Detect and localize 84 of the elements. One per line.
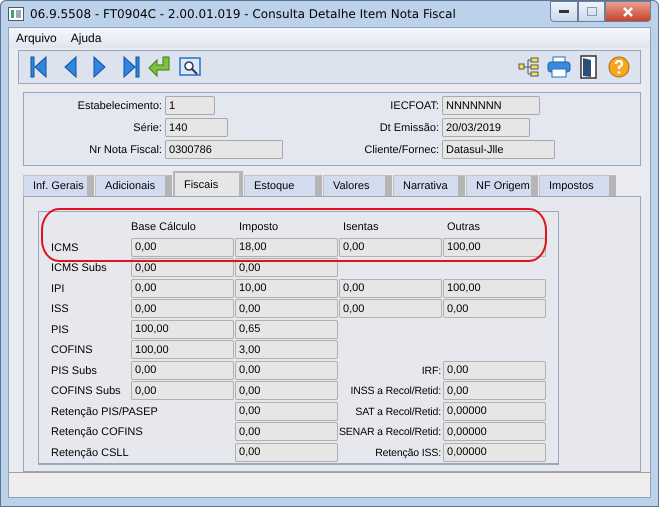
text-field[interactable]: 0,00 [443, 360, 546, 380]
tab[interactable]: Inf. Gerais [23, 175, 94, 196]
help-icon[interactable] [608, 56, 630, 78]
tab[interactable]: Fiscais [173, 171, 243, 196]
zoom-icon[interactable] [179, 57, 201, 77]
text-field[interactable]: 3,00 [235, 340, 338, 359]
text-field[interactable]: 0,00 [131, 238, 234, 256]
text-field[interactable]: 100,00 [131, 320, 234, 338]
text-field[interactable]: 10,00 [235, 278, 338, 298]
text-field[interactable]: 0,00 [131, 381, 234, 400]
column-header: Outras [446, 221, 482, 234]
text-field[interactable]: 0,00 [235, 299, 338, 318]
text-field[interactable]: Datasul-Jlle [442, 140, 555, 159]
field-label: IECFOAT: [389, 100, 439, 112]
row-label: ISS [51, 303, 70, 316]
field-label: Nr Nota Fiscal: [88, 144, 162, 156]
text-field[interactable]: 0300786 [165, 140, 283, 159]
field-label: Cliente/Fornec: [363, 144, 439, 156]
text-field[interactable]: 0,65 [235, 320, 338, 338]
minimize-button[interactable] [550, 1, 578, 22]
text-field[interactable]: 0,00 [131, 278, 234, 298]
tab[interactable]: NF Origem [466, 175, 538, 196]
text-field[interactable]: 0,00 [131, 360, 234, 380]
text-field[interactable]: 0,00 [235, 422, 338, 441]
text-field[interactable]: 0,00 [235, 442, 338, 462]
text-field[interactable]: 0,00000 [443, 402, 546, 420]
row-label: Retenção CSLL [51, 446, 130, 459]
row-label: ICMS Subs [51, 262, 108, 274]
tab[interactable]: Estoque [244, 175, 322, 196]
row-label: IPI [51, 282, 66, 295]
text-field[interactable]: 0,00 [235, 360, 338, 380]
field-label: SAT a Recol/Retid: [355, 406, 441, 418]
text-field[interactable]: 1 [165, 96, 215, 115]
text-field[interactable]: 100,00 [131, 340, 234, 359]
row-label: COFINS Subs [51, 385, 122, 398]
menu-item[interactable]: Ajuda [70, 31, 102, 45]
row-label: Retenção PIS/PASEP [51, 406, 159, 418]
text-field[interactable]: NNNNNNN [442, 96, 540, 115]
text-field[interactable]: 0,00000 [443, 442, 546, 462]
field-label: INSS a Recol/Retid: [350, 385, 441, 398]
text-field[interactable]: 0,00 [235, 402, 338, 420]
tab[interactable]: Narrativa [393, 175, 465, 196]
close-icon [622, 6, 634, 18]
tree-icon[interactable] [518, 57, 540, 77]
enter-arrow-icon[interactable] [148, 56, 172, 78]
text-field[interactable]: 0,00 [131, 299, 234, 318]
printer-icon[interactable] [547, 56, 571, 78]
text-field[interactable]: 100,00 [443, 278, 546, 298]
maximize-icon [586, 7, 596, 16]
tab[interactable]: Valores [323, 175, 392, 196]
text-field[interactable]: 0,00 [339, 299, 442, 318]
field-label: Dt Emissão: [378, 122, 439, 134]
row-label: PIS [51, 324, 70, 336]
close-button[interactable] [605, 1, 651, 22]
text-field[interactable]: 20/03/2019 [442, 118, 530, 137]
tab[interactable]: Adicionais [95, 175, 172, 196]
menu-item[interactable]: Arquivo [16, 31, 57, 45]
exit-door-icon[interactable] [579, 55, 599, 79]
column-header: Isentas [342, 221, 380, 234]
window-title: 06.9.5508 - FT0904C - 2.00.01.019 - Consulta Detalhe Item Nota Fiscal [30, 7, 456, 21]
column-header: Imposto [238, 221, 280, 234]
app-icon [8, 7, 24, 21]
field-label: IRF: [422, 364, 441, 377]
column-header: Base Cálculo [131, 221, 197, 234]
text-field[interactable]: 0,00 [443, 299, 546, 318]
text-field[interactable]: 0,00 [339, 238, 442, 256]
text-field[interactable]: 140 [165, 118, 228, 137]
row-label: PIS Subs [51, 364, 98, 377]
field-label: SENAR a Recol/Retid: [338, 426, 441, 438]
field-label: Retenção ISS: [375, 446, 441, 459]
text-field[interactable]: 100,00 [443, 238, 546, 256]
tab[interactable]: Impostos [539, 175, 616, 196]
text-field[interactable]: 18,00 [235, 238, 338, 256]
row-label: ICMS [51, 242, 80, 254]
field-label: Série: [132, 122, 162, 134]
row-label: COFINS [51, 344, 94, 356]
row-label: Retenção COFINS [51, 426, 144, 438]
field-label: Estabelecimento: [76, 100, 162, 112]
text-field[interactable]: 0,00000 [443, 422, 546, 441]
text-field[interactable]: 0,00 [443, 381, 546, 400]
minimize-icon [559, 10, 569, 14]
text-field[interactable]: 0,00 [339, 278, 442, 298]
maximize-button[interactable] [578, 1, 605, 22]
text-field[interactable]: 0,00 [235, 381, 338, 400]
